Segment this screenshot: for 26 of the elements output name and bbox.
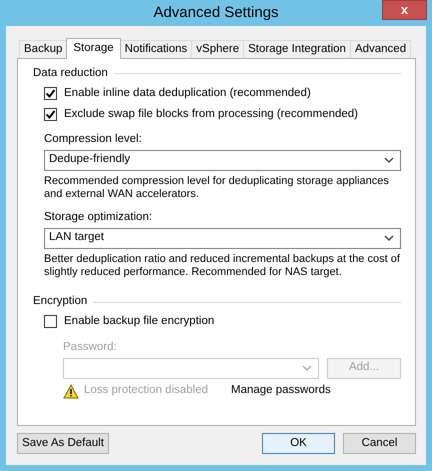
- close-button[interactable]: x: [382, 0, 427, 20]
- field-label: Compression level:: [44, 132, 143, 147]
- dialog-button[interactable]: OK: [262, 433, 335, 454]
- checkbox[interactable]: [44, 108, 57, 122]
- field-label: Password:: [63, 340, 118, 355]
- hint-text: Recommended compression level for deduplicating storage appliances and external WAN accelerators.: [44, 174, 390, 201]
- window-title: Advanced Settings: [153, 4, 279, 22]
- compression-dropdown[interactable]: Dedupe-friendly: [44, 150, 401, 171]
- tab[interactable]: Advanced: [350, 40, 412, 58]
- checkbox[interactable]: [44, 87, 57, 100]
- group-heading: Data reduction: [33, 67, 108, 81]
- optimization-dropdown[interactable]: LAN target: [44, 228, 401, 249]
- tab[interactable]: Storage: [66, 38, 121, 59]
- checkbox-label[interactable]: Enable inline data deduplication (recommended): [64, 86, 311, 101]
- chevron-icon: [384, 234, 394, 242]
- checkbox-label[interactable]: Exclude swap file blocks from processing (recommended): [64, 108, 358, 122]
- tab[interactable]: Backup: [19, 40, 68, 58]
- field-label: Storage optimization:: [44, 210, 154, 225]
- hint-text: Better deduplication ratio and reduced incremental backups at the cost of slightly reduced performance. Recommended for NAS target.: [44, 252, 401, 280]
- warning-text: Loss protection disabled: [84, 384, 210, 398]
- chevron-icon: [384, 156, 394, 164]
- dialog-button[interactable]: Cancel: [343, 433, 416, 454]
- save-default-button[interactable]: Save As Default: [17, 433, 109, 454]
- warning-icon: [63, 384, 79, 399]
- group-heading: Encryption: [33, 295, 88, 309]
- chevron-icon: [302, 364, 312, 372]
